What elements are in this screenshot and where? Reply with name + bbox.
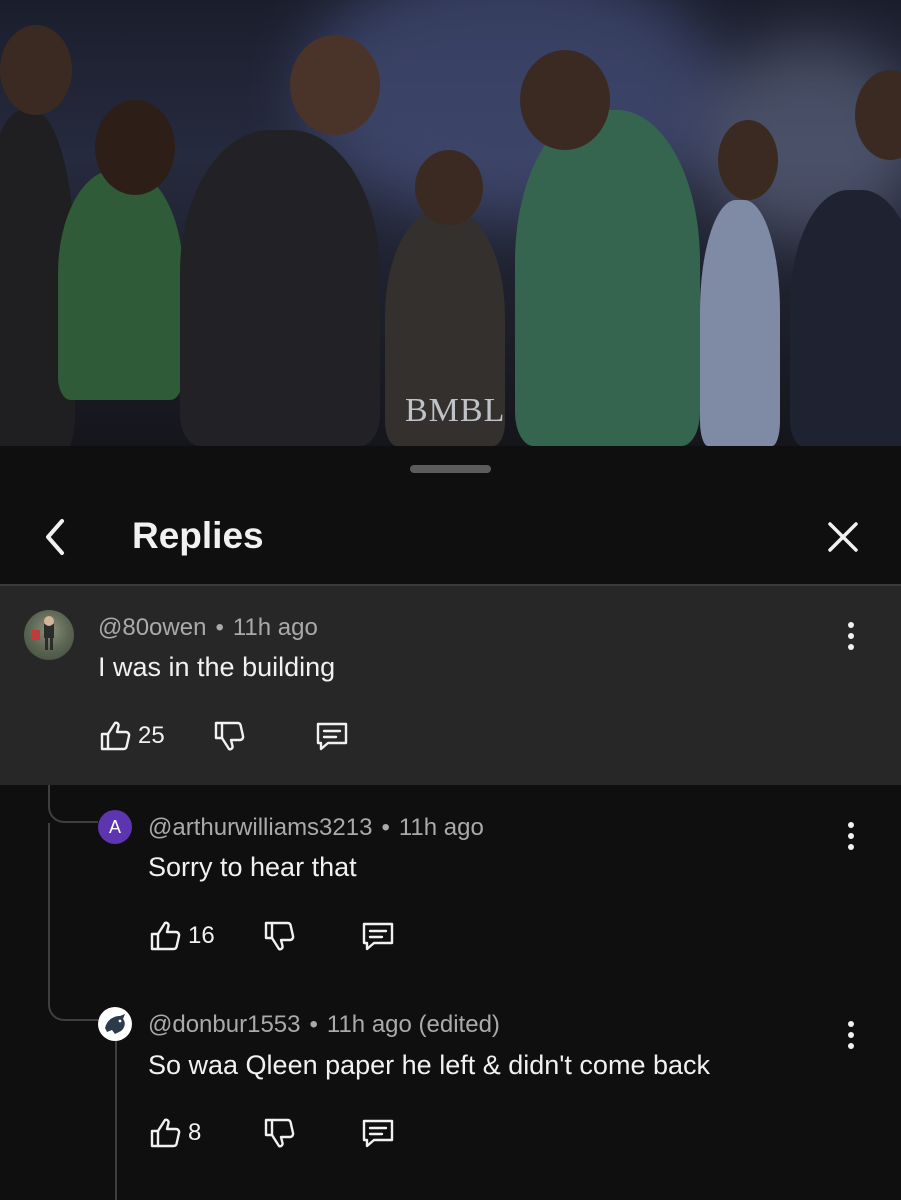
comment-author[interactable]: @donbur1553 — [148, 1011, 300, 1038]
avatar[interactable]: A — [98, 810, 132, 844]
person-figure — [180, 130, 380, 446]
thumbs-up-icon — [150, 1118, 181, 1148]
comment-meta: @donbur1553 • 11h ago (edited) — [148, 1011, 500, 1039]
like-count: 25 — [138, 722, 165, 749]
reply-button[interactable] — [314, 716, 350, 756]
comment-text: I was in the building — [98, 652, 336, 682]
close-icon — [828, 522, 858, 552]
user-photo-icon — [32, 616, 54, 650]
sheet-header: Replies — [0, 488, 901, 584]
reply-item: A @arthurwilliams3213 • 11h ago Sorry to h… — [0, 786, 901, 985]
comment-icon — [362, 922, 394, 951]
close-button[interactable] — [818, 512, 868, 562]
thumbs-down-icon — [214, 721, 245, 751]
drag-handle[interactable] — [410, 465, 491, 473]
video-player[interactable]: BMBL — [0, 0, 901, 446]
more-options-button[interactable] — [836, 1015, 866, 1055]
thumbs-down-icon — [264, 921, 295, 951]
comment-author[interactable]: @80owen — [98, 614, 206, 641]
person-head — [0, 25, 72, 115]
person-head — [520, 50, 610, 150]
separator-dot: • — [381, 814, 390, 841]
sheet-title: Replies — [132, 515, 264, 556]
avatar-letter: A — [108, 816, 121, 837]
comment-time: 11h ago — [232, 614, 318, 641]
comment-time: 11h ago — [398, 814, 484, 841]
person-head — [95, 100, 175, 195]
comment-meta: @80owen • 11h ago — [98, 614, 318, 642]
person-head — [718, 120, 778, 200]
video-watermark: BMBL — [405, 392, 506, 429]
comment-actions: 8 — [148, 1113, 448, 1153]
comment-icon — [362, 1119, 394, 1148]
reply-button[interactable] — [360, 916, 396, 956]
person-figure — [58, 170, 183, 400]
comment-actions: 25 — [98, 716, 398, 756]
person-head — [415, 150, 483, 225]
person-figure — [515, 110, 700, 446]
comment-text: Sorry to hear that — [148, 852, 357, 882]
avatar[interactable] — [24, 610, 74, 660]
reply-button[interactable] — [360, 1113, 396, 1153]
like-button[interactable]: 16 — [148, 916, 215, 956]
person-head — [290, 35, 380, 135]
dislike-button[interactable] — [262, 916, 296, 956]
more-options-button[interactable] — [836, 616, 866, 656]
like-count: 8 — [188, 1119, 202, 1146]
comment-text: So waa Qleen paper he left & didn't come… — [148, 1050, 710, 1080]
separator-dot: • — [309, 1011, 318, 1038]
comment-actions: 16 — [148, 916, 448, 956]
reply-item: @donbur1553 • 11h ago (edited) So waa Qlee… — [0, 985, 901, 1200]
thumbs-up-icon — [100, 721, 131, 751]
comment-meta: @arthurwilliams3213 • 11h ago — [148, 814, 484, 842]
comment-author[interactable]: @arthurwilliams3213 — [148, 814, 372, 841]
like-button[interactable]: 8 — [148, 1113, 201, 1153]
person-figure — [790, 190, 901, 446]
dislike-button[interactable] — [262, 1113, 296, 1153]
person-figure — [700, 200, 780, 446]
dislike-button[interactable] — [212, 716, 246, 756]
thumbs-down-icon — [264, 1118, 295, 1148]
comment-item: @80owen • 11h ago I was in the building 25 — [0, 586, 901, 785]
comment-time: 11h ago (edited) — [326, 1011, 500, 1038]
avatar[interactable] — [98, 1007, 132, 1041]
back-button[interactable] — [30, 512, 80, 562]
like-count: 16 — [188, 922, 215, 949]
replies-sheet: Replies @80owen • 11h ago I was in the b… — [0, 450, 901, 1200]
comment-icon — [316, 722, 348, 751]
like-button[interactable]: 25 — [98, 716, 165, 756]
more-options-button[interactable] — [836, 816, 866, 856]
separator-dot: • — [215, 614, 224, 641]
thumbs-up-icon — [150, 921, 181, 951]
chevron-left-icon — [46, 519, 64, 555]
lion-logo-icon — [105, 1014, 125, 1034]
